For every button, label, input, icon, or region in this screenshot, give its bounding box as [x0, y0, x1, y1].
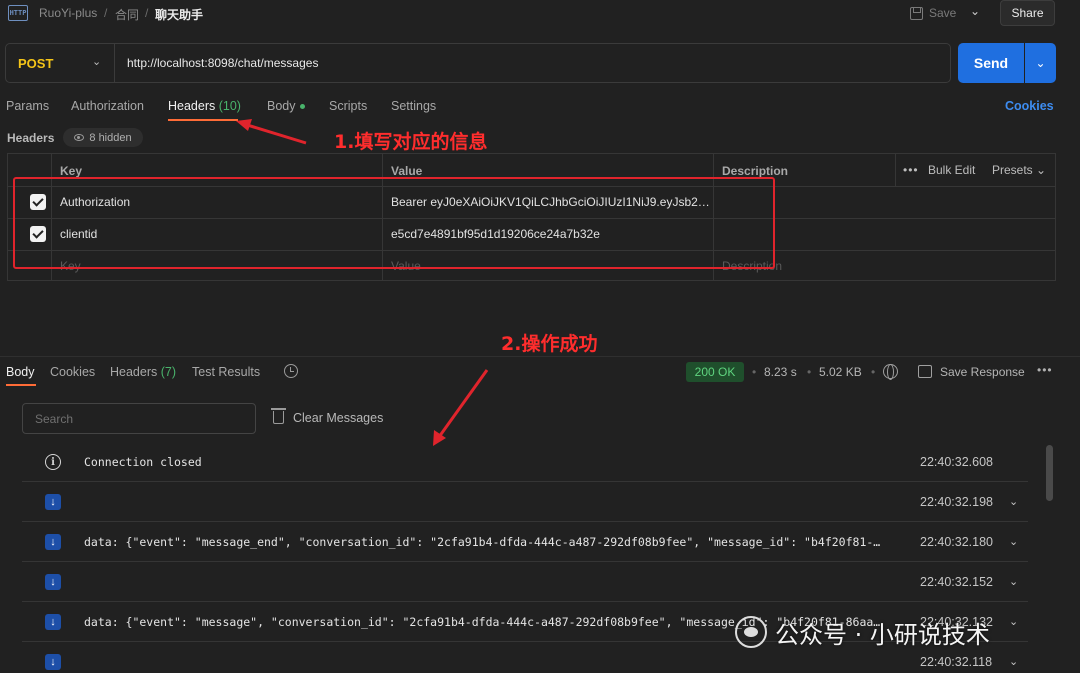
chevron-down-icon[interactable]: ⌄ [1009, 495, 1018, 508]
save-button[interactable]: Save [910, 3, 956, 23]
column-header-value: Value [391, 164, 423, 178]
save-response-icon [918, 365, 932, 378]
breadcrumb-workspace[interactable]: RuoYi-plus [39, 6, 97, 20]
send-options-button[interactable]: ⌄ [1025, 43, 1056, 83]
message-time: 22:40:32.152 [920, 575, 993, 589]
breadcrumb-request[interactable]: 聊天助手 [155, 6, 203, 23]
message-text: data: {"event": "message_end", "conversa… [84, 535, 881, 549]
incoming-arrow-icon: ↓ [45, 654, 61, 670]
annotation-arrowhead-1 [236, 119, 252, 131]
divider [114, 44, 115, 82]
tab-body[interactable]: Body [267, 99, 305, 113]
url-bar: POST ⌄ http://localhost:8098/chat/messag… [5, 43, 951, 83]
wechat-logo-icon [735, 616, 767, 648]
tab-scripts[interactable]: Scripts [329, 99, 367, 113]
response-size[interactable]: 5.02 KB [819, 365, 862, 379]
breadcrumb-separator: / [104, 6, 108, 20]
eye-icon [74, 134, 85, 141]
search-input[interactable]: Search [22, 403, 256, 434]
active-tab-indicator [6, 384, 36, 386]
breadcrumb-collection[interactable]: 合同 [115, 6, 139, 23]
info-icon: i [45, 454, 61, 470]
chevron-down-icon: ⌄ [1036, 163, 1047, 177]
presets-label: Presets [992, 163, 1033, 177]
http-icon: HTTP [8, 5, 28, 21]
tab-params[interactable]: Params [6, 99, 49, 113]
search-placeholder: Search [35, 412, 74, 426]
response-tab-body[interactable]: Body [6, 365, 35, 379]
pane-divider[interactable] [0, 356, 1080, 357]
separator-dot: • [752, 365, 757, 379]
more-options-icon[interactable]: ••• [1037, 363, 1053, 377]
table-col-divider [895, 154, 896, 186]
column-header-key: Key [60, 164, 83, 178]
watermark-text: 公众号 · 小研说技术 [775, 620, 990, 649]
more-options-icon[interactable]: ••• [903, 163, 919, 177]
save-label: Save [929, 6, 957, 20]
presets-dropdown[interactable]: Presets ⌄ [992, 163, 1046, 177]
separator-dot: • [807, 365, 812, 379]
send-button[interactable]: Send [958, 43, 1024, 83]
incoming-arrow-icon: ↓ [45, 614, 61, 630]
annotation-note-2: 2.操作成功 [501, 333, 598, 355]
hidden-headers-label: 8 hidden [89, 131, 132, 144]
response-tab-cookies[interactable]: Cookies [50, 365, 95, 379]
cookies-link[interactable]: Cookies [1005, 99, 1054, 113]
response-tab-headers-label: Headers [110, 365, 158, 379]
separator-dot: • [871, 365, 876, 379]
message-row[interactable]: ↓ data: {"event": "message_end", "conver… [22, 522, 1028, 562]
modified-dot [299, 104, 305, 110]
tab-headers[interactable]: Headers (10) [168, 99, 241, 113]
incoming-arrow-icon: ↓ [45, 534, 61, 550]
message-time: 22:40:32.198 [920, 495, 993, 509]
share-button[interactable]: Share [1000, 0, 1055, 26]
message-time: 22:40:32.608 [920, 455, 993, 469]
response-tab-headers-count: (7) [160, 365, 177, 379]
tab-settings[interactable]: Settings [391, 99, 436, 113]
annotation-arrow-1 [243, 122, 307, 145]
annotation-note-1: 1.填写对应的信息 [334, 131, 488, 153]
incoming-arrow-icon: ↓ [45, 494, 61, 510]
headers-section-title: Headers [7, 131, 55, 145]
tab-headers-count: (10) [218, 99, 241, 113]
breadcrumb-separator: / [145, 6, 149, 20]
column-header-description: Description [722, 164, 789, 178]
save-response-button[interactable]: Save Response [940, 365, 1025, 379]
save-icon [910, 6, 923, 20]
chevron-down-icon[interactable]: ⌄ [970, 4, 980, 18]
message-text: Connection closed [84, 455, 202, 469]
scrollbar[interactable] [1046, 445, 1053, 501]
history-icon[interactable] [284, 364, 298, 378]
chevron-down-icon[interactable]: ⌄ [1009, 655, 1018, 668]
tab-headers-label: Headers [168, 99, 216, 113]
status-badge[interactable]: 200 OK [686, 362, 744, 382]
url-input[interactable]: http://localhost:8098/chat/messages [127, 56, 318, 70]
clear-messages-button[interactable]: Clear Messages [293, 411, 383, 425]
tab-authorization[interactable]: Authorization [71, 99, 144, 113]
top-bar: HTTP RuoYi-plus / 合同 / 聊天助手 Save ⌄ Share [0, 0, 1080, 28]
message-time: 22:40:32.118 [920, 655, 993, 669]
response-time[interactable]: 8.23 s [764, 365, 797, 379]
response-tab-test-results[interactable]: Test Results [192, 365, 260, 379]
active-tab-indicator [168, 119, 238, 121]
response-tab-headers[interactable]: Headers (7) [110, 365, 176, 379]
chevron-down-icon[interactable]: ⌄ [1009, 575, 1018, 588]
globe-icon[interactable] [883, 364, 898, 380]
chevron-down-icon[interactable]: ⌄ [92, 55, 101, 68]
hidden-headers-toggle[interactable]: 8 hidden [63, 128, 143, 147]
message-row[interactable]: ↓ 22:40:32.198 ⌄ [22, 482, 1028, 522]
annotation-highlight-box [13, 177, 775, 269]
trash-icon[interactable] [271, 408, 286, 424]
bulk-edit-button[interactable]: Bulk Edit [928, 163, 975, 177]
tab-body-label: Body [267, 99, 296, 113]
watermark: 公众号 · 小研说技术 [735, 612, 1050, 652]
message-row[interactable]: ↓ 22:40:32.152 ⌄ [22, 562, 1028, 602]
annotation-arrow-2 [437, 369, 489, 438]
chevron-down-icon[interactable]: ⌄ [1009, 535, 1018, 548]
message-time: 22:40:32.180 [920, 535, 993, 549]
message-row[interactable]: i Connection closed 22:40:32.608 [22, 442, 1028, 482]
incoming-arrow-icon: ↓ [45, 574, 61, 590]
method-select[interactable]: POST [18, 56, 53, 71]
